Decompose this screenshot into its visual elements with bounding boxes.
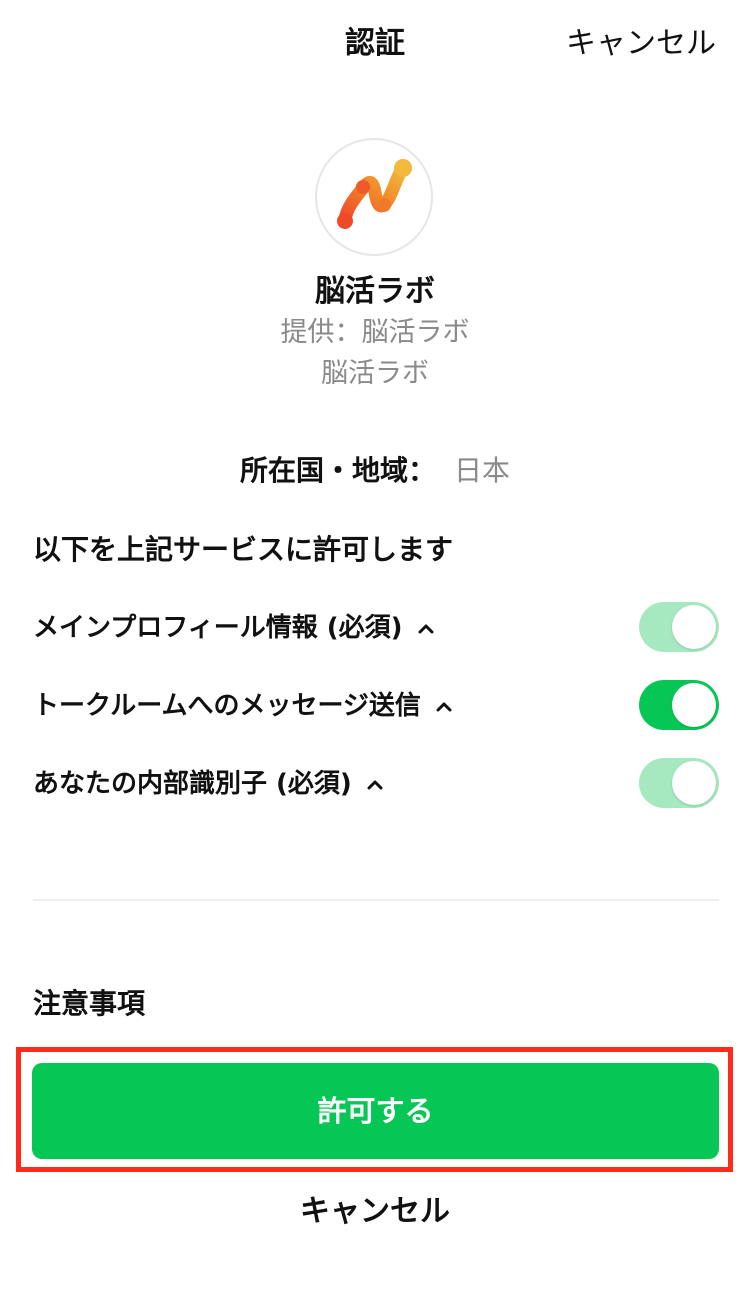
- toggle-knob: [672, 683, 716, 727]
- chevron-up-icon: [436, 702, 452, 711]
- divider: [33, 899, 719, 901]
- permission-expand-identifier[interactable]: あなたの内部識別子 (必須): [33, 764, 384, 804]
- toggle-identifier[interactable]: [639, 758, 719, 808]
- toggle-knob: [672, 605, 716, 649]
- top-bar: 認証 キャンセル: [0, 0, 750, 90]
- permission-label: あなたの内部識別子 (必須): [33, 769, 352, 799]
- permissions-heading: 以下を上記サービスに許可します: [33, 533, 454, 566]
- region-row: 所在国・地域： 日本: [0, 450, 750, 492]
- region-label: 所在国・地域：: [239, 454, 436, 487]
- chevron-up-icon: [367, 780, 383, 789]
- permission-expand-messages[interactable]: トークルームへのメッセージ送信: [33, 686, 453, 726]
- neuron-network-icon: [337, 159, 412, 229]
- chevron-up-icon: [418, 624, 434, 633]
- toggle-knob: [672, 761, 716, 805]
- allow-button[interactable]: 許可する: [32, 1063, 719, 1159]
- notes-link[interactable]: 注意事項: [33, 984, 145, 1024]
- app-name: 脳活ラボ: [315, 274, 435, 309]
- app-provider: 提供：脳活ラボ: [280, 317, 470, 348]
- header-cancel-button[interactable]: キャンセル: [566, 22, 716, 66]
- permission-label: メインプロフィール情報 (必須): [33, 613, 403, 643]
- app-subtitle: 脳活ラボ: [321, 358, 429, 389]
- toggle-messages[interactable]: [639, 680, 719, 730]
- permission-row-identifier: あなたの内部識別子 (必須): [33, 758, 719, 810]
- region-value: 日本: [454, 454, 511, 487]
- permission-row-messages: トークルームへのメッセージ送信: [33, 680, 719, 732]
- permission-expand-profile[interactable]: メインプロフィール情報 (必須): [33, 608, 435, 648]
- permission-row-profile: メインプロフィール情報 (必須): [33, 602, 719, 654]
- cancel-button[interactable]: キャンセル: [0, 1190, 750, 1234]
- toggle-profile[interactable]: [639, 602, 719, 652]
- app-logo: [315, 138, 433, 256]
- permission-label: トークルームへのメッセージ送信: [33, 691, 421, 721]
